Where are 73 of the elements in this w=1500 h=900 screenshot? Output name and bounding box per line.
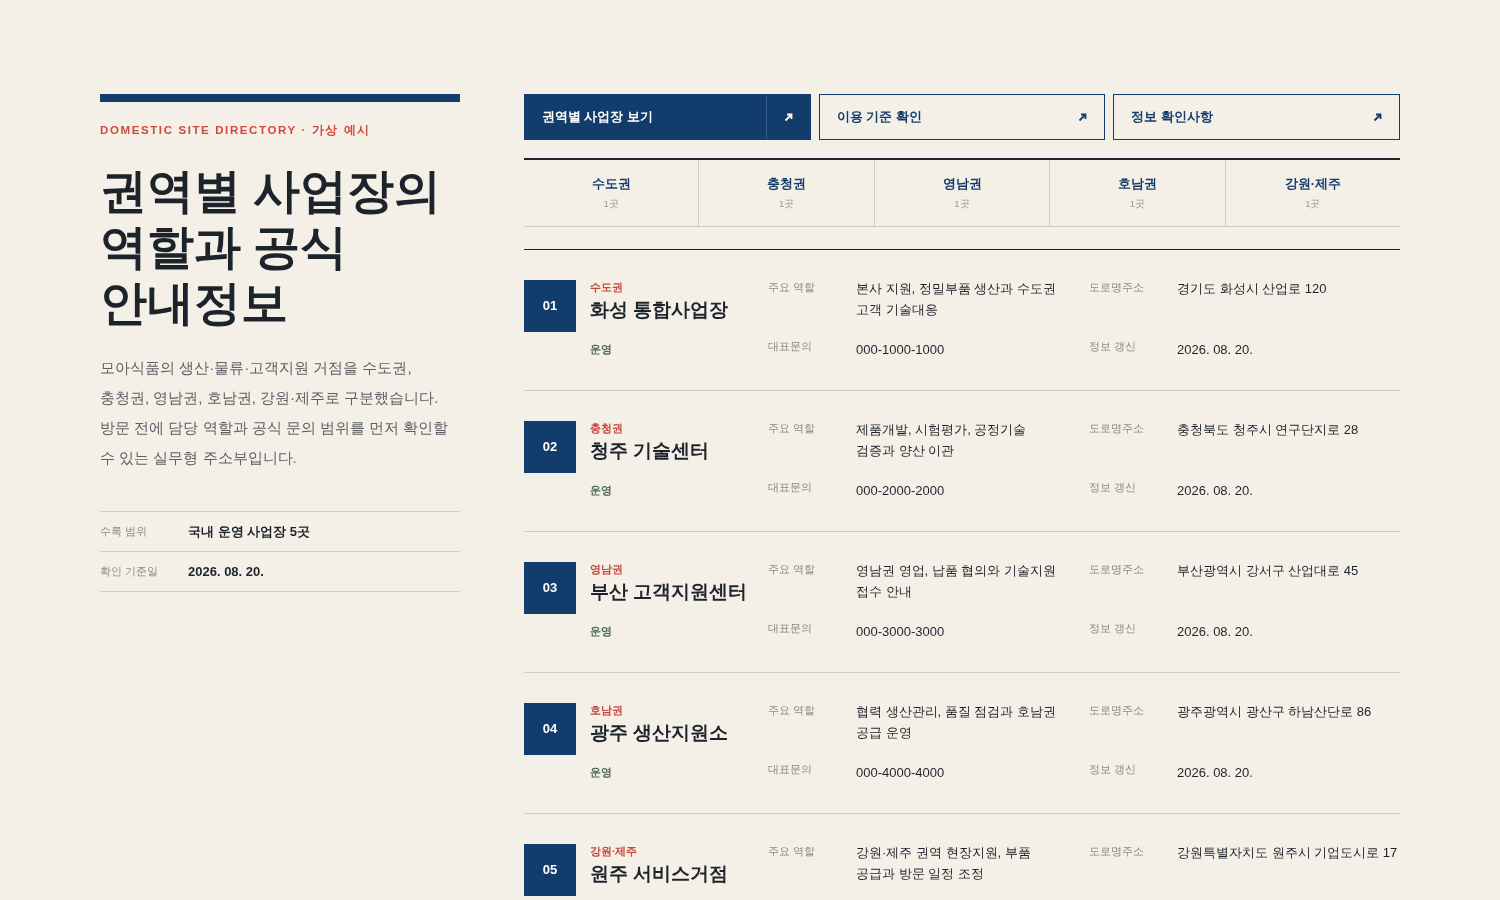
fact-value: 2026. 08. 20. xyxy=(188,563,264,581)
site-name: 광주 생산지원소 xyxy=(590,721,730,745)
field-label: 도로명주소 xyxy=(1089,562,1145,577)
fact-label: 확인 기준일 xyxy=(100,563,159,579)
intro-paragraph: 모아식품의 생산·물류·고객지원 거점을 수도권, 충청권, 영남권, 호남권, 강원·제주로 구분했습니다. 방문 전에 담당 역할과 공식 문의 범위를 먼저 확인할 수 있는 실무형 주소부입니다. xyxy=(100,358,450,469)
field-label: 대표문의 xyxy=(768,762,813,777)
region-tab[interactable]: 호남권 1곳 xyxy=(1049,160,1225,226)
region-label: 수도권 xyxy=(590,280,624,294)
arrow-icon xyxy=(1372,112,1382,122)
arrow-icon xyxy=(1077,112,1087,122)
field-label: 도로명주소 xyxy=(1089,844,1145,859)
field-label: 주요 역할 xyxy=(768,844,816,859)
role-text: 협력 생산관리, 품질 점검과 호남권 공급 운영 xyxy=(856,703,1058,742)
phone-text: 000-2000-2000 xyxy=(856,482,946,500)
region-tab[interactable]: 강원·제주 1곳 xyxy=(1224,160,1401,226)
updated-date: 2026. 08. 20. xyxy=(1177,482,1254,500)
field-label: 정보 갱신 xyxy=(1089,339,1137,354)
address-text: 부산광역시 강서구 산업대로 45 xyxy=(1177,562,1360,580)
region-tab[interactable]: 수도권 1곳 xyxy=(524,160,699,226)
field-label: 주요 역할 xyxy=(768,562,816,577)
field-label: 대표문의 xyxy=(768,339,813,354)
field-label: 주요 역할 xyxy=(768,703,816,718)
role-text: 영남권 영업, 납품 협의와 기술지원 접수 안내 xyxy=(856,562,1058,601)
address-text: 경기도 화성시 산업로 120 xyxy=(1177,280,1328,298)
updated-date: 2026. 08. 20. xyxy=(1177,623,1254,641)
status-text: 운영 xyxy=(590,342,613,357)
region-tab[interactable]: 충청권 1곳 xyxy=(698,160,874,226)
site-name: 원주 서비스거점 xyxy=(590,862,730,886)
region-label: 충청권 xyxy=(590,421,624,435)
phone-text: 000-4000-4000 xyxy=(856,764,946,782)
site-name: 화성 통합사업장 xyxy=(590,298,730,322)
address-text: 강원특별자치도 원주시 기업도시로 17 xyxy=(1177,844,1399,862)
fact-value: 국내 운영 사업장 5곳 xyxy=(188,523,311,541)
region-label: 호남권 xyxy=(590,703,624,717)
nav-button[interactable]: 권역별 사업장 보기 xyxy=(524,94,811,140)
site-number: 04 xyxy=(524,703,576,755)
field-label: 정보 갱신 xyxy=(1089,480,1137,495)
updated-date: 2026. 08. 20. xyxy=(1177,341,1254,359)
site-name: 부산 고객지원센터 xyxy=(590,580,749,604)
site-number: 03 xyxy=(524,562,576,614)
field-label: 대표문의 xyxy=(768,480,813,495)
site-number: 05 xyxy=(524,844,576,896)
field-label: 도로명주소 xyxy=(1089,703,1145,718)
field-label: 정보 갱신 xyxy=(1089,621,1137,636)
field-label: 주요 역할 xyxy=(768,421,816,436)
fact-label: 수록 범위 xyxy=(100,523,148,539)
page-title: 권역별 사업장의 역할과 공식 안내정보 xyxy=(100,164,442,332)
field-label: 주요 역할 xyxy=(768,280,816,295)
region-label: 강원·제주 xyxy=(590,844,639,858)
site-name: 청주 기술센터 xyxy=(590,439,711,463)
role-text: 제품개발, 시험평가, 공정기술 검증과 양산 이관 xyxy=(856,421,1028,460)
updated-date: 2026. 08. 20. xyxy=(1177,764,1254,782)
field-label: 대표문의 xyxy=(768,621,813,636)
phone-text: 000-3000-3000 xyxy=(856,623,946,641)
field-label: 도로명주소 xyxy=(1089,421,1145,436)
site-number: 02 xyxy=(524,421,576,473)
nav-button[interactable]: 이용 기준 확인 xyxy=(818,94,1106,140)
site-number: 01 xyxy=(524,280,576,332)
role-text: 강원·제주 권역 현장지원, 부품 공급과 방문 일정 조정 xyxy=(856,844,1032,883)
status-text: 운영 xyxy=(590,483,613,498)
address-text: 광주광역시 광산구 하남산단로 86 xyxy=(1177,703,1373,721)
status-text: 운영 xyxy=(590,765,613,780)
role-text: 본사 지원, 정밀부품 생산과 수도권 고객 기술대응 xyxy=(856,280,1058,319)
phone-text: 000-1000-1000 xyxy=(856,341,946,359)
status-text: 운영 xyxy=(590,624,613,639)
nav-button[interactable]: 정보 확인사항 xyxy=(1113,94,1400,140)
region-label: 영남권 xyxy=(590,562,624,576)
field-label: 도로명주소 xyxy=(1089,280,1145,295)
arrow-icon xyxy=(783,112,793,122)
address-text: 충청북도 청주시 연구단지로 28 xyxy=(1177,421,1360,439)
region-tab[interactable]: 영남권 1곳 xyxy=(873,160,1050,226)
field-label: 정보 갱신 xyxy=(1089,762,1137,777)
eyebrow-text: DOMESTIC SITE DIRECTORY · 가상 예시 xyxy=(100,123,372,138)
